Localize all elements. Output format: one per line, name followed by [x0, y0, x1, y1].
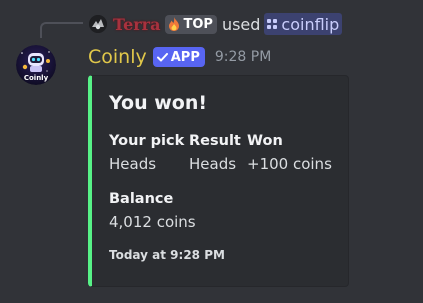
message-timestamp[interactable]: 9:28 PM [215, 49, 271, 65]
message-view: Terra TOP used coinflip Coinly Coinly AP… [0, 0, 423, 303]
author-name[interactable]: Coinly [88, 46, 147, 68]
field-value: +100 coins [247, 155, 332, 173]
reply-connector [40, 22, 83, 38]
field-value: 4,012 coins [109, 213, 196, 231]
field-value: Heads [109, 155, 157, 173]
reply-avatar-icon[interactable] [89, 15, 107, 33]
reply-reference[interactable]: Terra TOP used coinflip [89, 12, 343, 36]
field-name: Your pick [109, 133, 185, 149]
result-embed: You won! Your pick Heads Result Heads Wo… [88, 75, 349, 287]
embed-field-balance: Balance 4,012 coins [109, 191, 196, 231]
embed-title: You won! [109, 92, 208, 114]
embed-field-your-pick: Your pick Heads [109, 133, 184, 173]
embed-field-result: Result Heads [189, 133, 241, 173]
field-name: Won [247, 133, 283, 149]
embed-field-won: Won +100 coins [247, 133, 332, 173]
app-badge: APP [152, 47, 205, 67]
bot-avatar[interactable]: Coinly [16, 45, 56, 85]
field-name: Result [189, 133, 241, 149]
verified-check-icon [156, 52, 168, 62]
server-tag-label: TOP [183, 16, 213, 32]
field-value: Heads [189, 155, 237, 173]
field-name: Balance [109, 191, 174, 207]
command-mention[interactable]: coinflip [264, 13, 343, 35]
avatar-logo-text: Coinly [24, 74, 49, 82]
embed-footer-timestamp: Today at 9:28 PM [109, 248, 225, 262]
server-tag[interactable]: TOP [165, 14, 217, 34]
reply-username[interactable]: Terra [113, 15, 160, 34]
used-label: used [221, 14, 261, 34]
flame-icon [168, 17, 180, 31]
app-badge-label: APP [170, 49, 200, 65]
command-name: coinflip [281, 14, 340, 34]
slash-command-icon [267, 19, 278, 29]
message-header: Coinly APP 9:28 PM [88, 44, 271, 70]
